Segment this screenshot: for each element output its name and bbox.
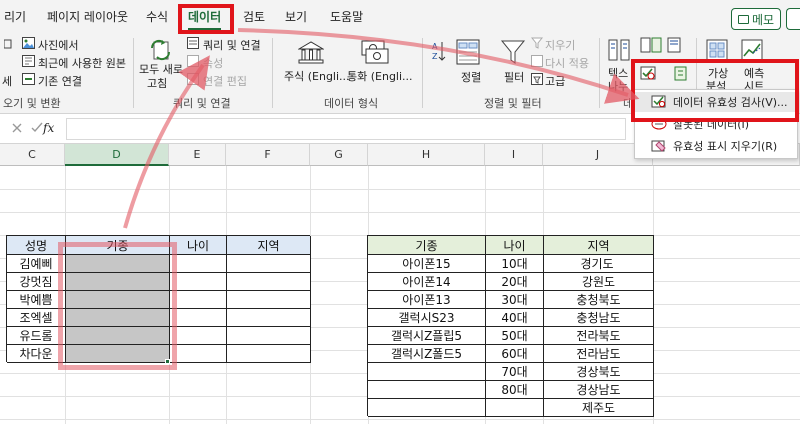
arrow-to-validation	[237, 28, 640, 104]
annotation-arrows	[123, 28, 640, 229]
arrow-to-properties	[123, 55, 210, 229]
excel-window: 리기 페이지 레이아웃 수식 데이터 검토 보기 도움말 메모 사진에서 최근에…	[0, 0, 800, 424]
